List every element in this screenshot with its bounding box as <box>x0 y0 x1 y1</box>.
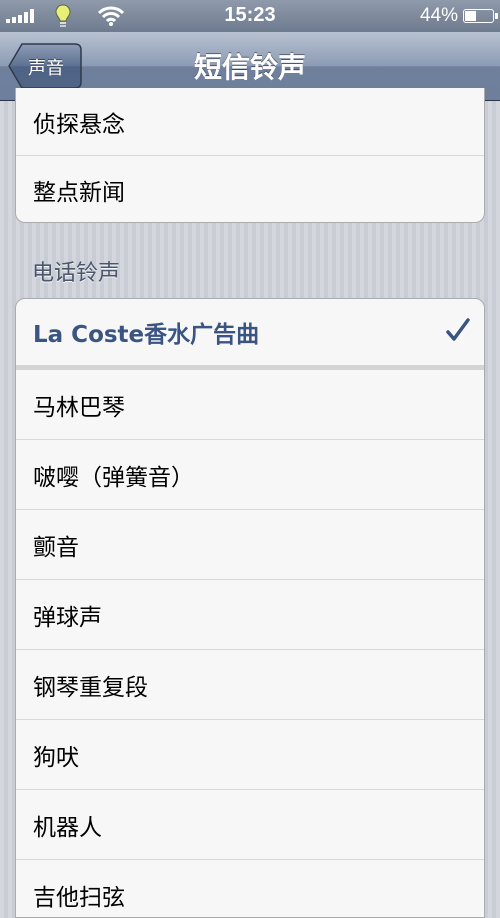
list-item-label: 机器人 <box>33 814 102 841</box>
section-header-ringtones: 电话铃声 <box>32 261 121 286</box>
list-item-label: 吉他扫弦 <box>33 884 125 911</box>
list-item-label: 颤音 <box>33 534 79 561</box>
status-bar: 15:23 44% <box>0 0 500 32</box>
battery-tip <box>495 13 498 19</box>
list-item[interactable]: 啵嘤（弹簧音） <box>16 440 484 510</box>
list-item[interactable]: 钢琴重复段 <box>16 650 484 720</box>
battery-level-fill <box>465 11 476 21</box>
list-item[interactable]: 吉他扫弦 <box>16 860 484 917</box>
ringtone-list-top: 侦探悬念 整点新闻 <box>15 88 485 223</box>
list-item[interactable]: 侦探悬念 <box>16 88 484 156</box>
list-item-label: 狗吠 <box>33 744 79 771</box>
page-title: 短信铃声 <box>193 51 306 84</box>
battery-percent: 44% <box>419 5 458 26</box>
ringtone-list: La Coste香水广告曲 马林巴琴 啵嘤（弹簧音） 颤音 弹球声 钢琴重复段 … <box>15 298 485 918</box>
checkmark-icon <box>446 318 470 341</box>
list-item[interactable]: 颤音 <box>16 510 484 580</box>
list-item-label: 啵嘤（弹簧音） <box>33 464 194 491</box>
list-item[interactable]: 马林巴琴 <box>16 370 484 440</box>
list-item[interactable]: 狗吠 <box>16 720 484 790</box>
list-item-label: 整点新闻 <box>33 179 125 206</box>
battery-icon <box>463 9 494 23</box>
list-item-label: La Coste香水广告曲 <box>33 322 260 348</box>
list-item-selected[interactable]: La Coste香水广告曲 <box>16 299 484 370</box>
list-item-label: 侦探悬念 <box>33 111 125 138</box>
list-item-label: 马林巴琴 <box>33 394 125 421</box>
list-item-label: 弹球声 <box>33 604 102 631</box>
list-item[interactable]: 机器人 <box>16 790 484 860</box>
list-item[interactable]: 弹球声 <box>16 580 484 650</box>
list-item[interactable]: 整点新闻 <box>16 156 484 222</box>
list-item-label: 钢琴重复段 <box>33 674 148 701</box>
